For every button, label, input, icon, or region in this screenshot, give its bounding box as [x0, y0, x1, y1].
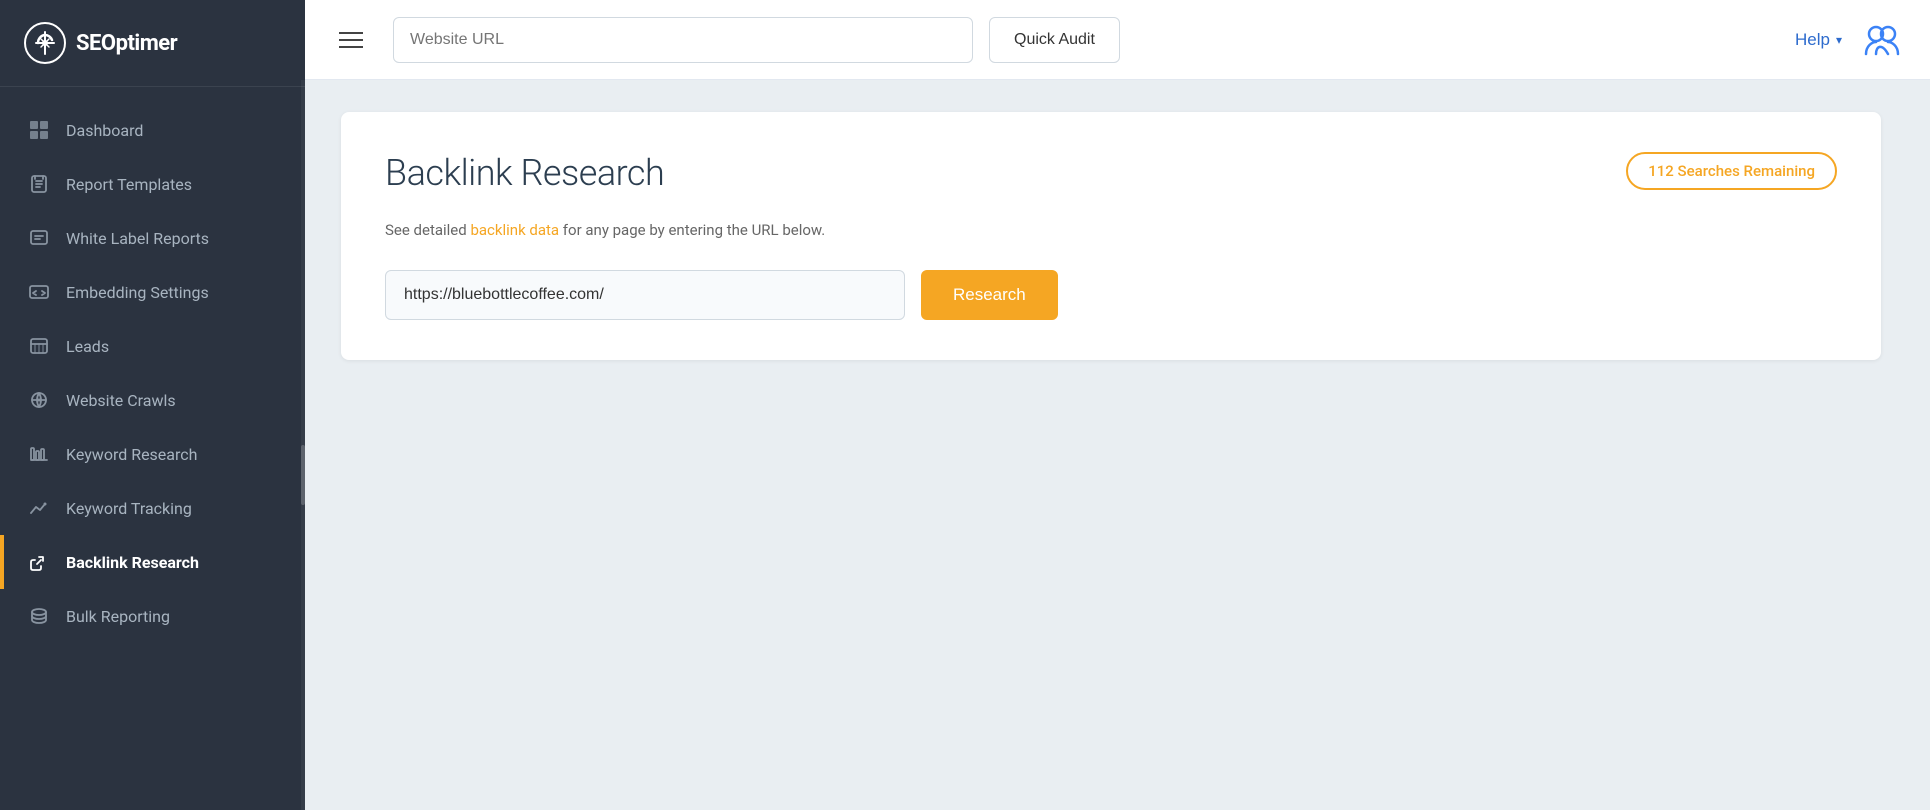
chevron-down-icon: ▾ — [1836, 33, 1842, 47]
card-description: See detailed backlink data for any page … — [385, 218, 1837, 242]
leads-icon — [28, 335, 50, 357]
url-input-wrap — [393, 17, 973, 63]
embedding-icon — [28, 281, 50, 303]
sidebar-item-label: White Label Reports — [66, 229, 209, 248]
research-button[interactable]: Research — [921, 270, 1058, 320]
backlink-data-link[interactable]: backlink data — [470, 221, 559, 239]
research-url-input[interactable] — [385, 270, 905, 320]
sidebar-item-embedding-settings[interactable]: Embedding Settings — [0, 265, 305, 319]
logo-area: SEOptimer — [0, 0, 305, 87]
search-row: Research — [385, 270, 1837, 320]
sidebar-item-bulk-reporting[interactable]: Bulk Reporting — [0, 589, 305, 643]
sidebar-item-label: Keyword Research — [66, 445, 197, 464]
desc-text: See detailed — [385, 221, 470, 239]
quick-audit-button[interactable]: Quick Audit — [989, 17, 1120, 63]
scrollbar-track — [301, 80, 305, 810]
main-area: Quick Audit Help ▾ Backlink Research 112… — [305, 0, 1930, 810]
dashboard-icon — [28, 119, 50, 141]
website-url-input[interactable] — [393, 17, 973, 63]
hamburger-line — [339, 32, 363, 34]
backlink-research-card: Backlink Research 112 Searches Remaining… — [341, 112, 1881, 360]
keyword-research-icon — [28, 443, 50, 465]
sidebar-item-label: Keyword Tracking — [66, 499, 192, 518]
sidebar-item-website-crawls[interactable]: Website Crawls — [0, 373, 305, 427]
searches-remaining-badge: 112 Searches Remaining — [1626, 152, 1837, 190]
sidebar-item-label: Bulk Reporting — [66, 607, 170, 626]
hamburger-line — [339, 39, 363, 41]
logo-text: SEOptimer — [76, 31, 177, 56]
sidebar-item-label: Leads — [66, 337, 109, 356]
logo-icon — [24, 22, 66, 64]
bulk-icon — [28, 605, 50, 627]
sidebar-item-keyword-research[interactable]: Keyword Research — [0, 427, 305, 481]
sidebar-item-label: Embedding Settings — [66, 283, 209, 302]
sidebar-item-leads[interactable]: Leads — [0, 319, 305, 373]
sidebar-item-report-templates[interactable]: Report Templates — [0, 157, 305, 211]
scrollbar-thumb[interactable] — [301, 445, 305, 505]
sidebar: SEOptimer Dashboard — [0, 0, 305, 810]
report-icon — [28, 173, 50, 195]
sidebar-item-label: Dashboard — [66, 121, 143, 140]
page-content: Backlink Research 112 Searches Remaining… — [305, 80, 1930, 810]
page-title: Backlink Research — [385, 152, 664, 194]
card-header: Backlink Research 112 Searches Remaining — [385, 152, 1837, 194]
sidebar-item-dashboard[interactable]: Dashboard — [0, 103, 305, 157]
help-label: Help — [1795, 30, 1830, 50]
crawls-icon — [28, 389, 50, 411]
sidebar-item-backlink-research[interactable]: Backlink Research — [0, 535, 305, 589]
sidebar-nav: Dashboard Report Templates — [0, 87, 305, 810]
sidebar-item-label: Backlink Research — [66, 553, 199, 572]
backlink-icon — [28, 551, 50, 573]
keyword-tracking-icon — [28, 497, 50, 519]
sidebar-item-white-label-reports[interactable]: White Label Reports — [0, 211, 305, 265]
sidebar-item-keyword-tracking[interactable]: Keyword Tracking — [0, 481, 305, 535]
topbar-right: Help ▾ — [1795, 20, 1902, 60]
hamburger-line — [339, 46, 363, 48]
help-button[interactable]: Help ▾ — [1795, 30, 1842, 50]
menu-toggle-button[interactable] — [333, 26, 369, 54]
sidebar-item-label: Website Crawls — [66, 391, 176, 410]
white-label-icon — [28, 227, 50, 249]
sidebar-item-label: Report Templates — [66, 175, 192, 194]
desc-rest: for any page by entering the URL below. — [559, 221, 825, 239]
topbar: Quick Audit Help ▾ — [305, 0, 1930, 80]
avatar-icon[interactable] — [1862, 20, 1902, 60]
